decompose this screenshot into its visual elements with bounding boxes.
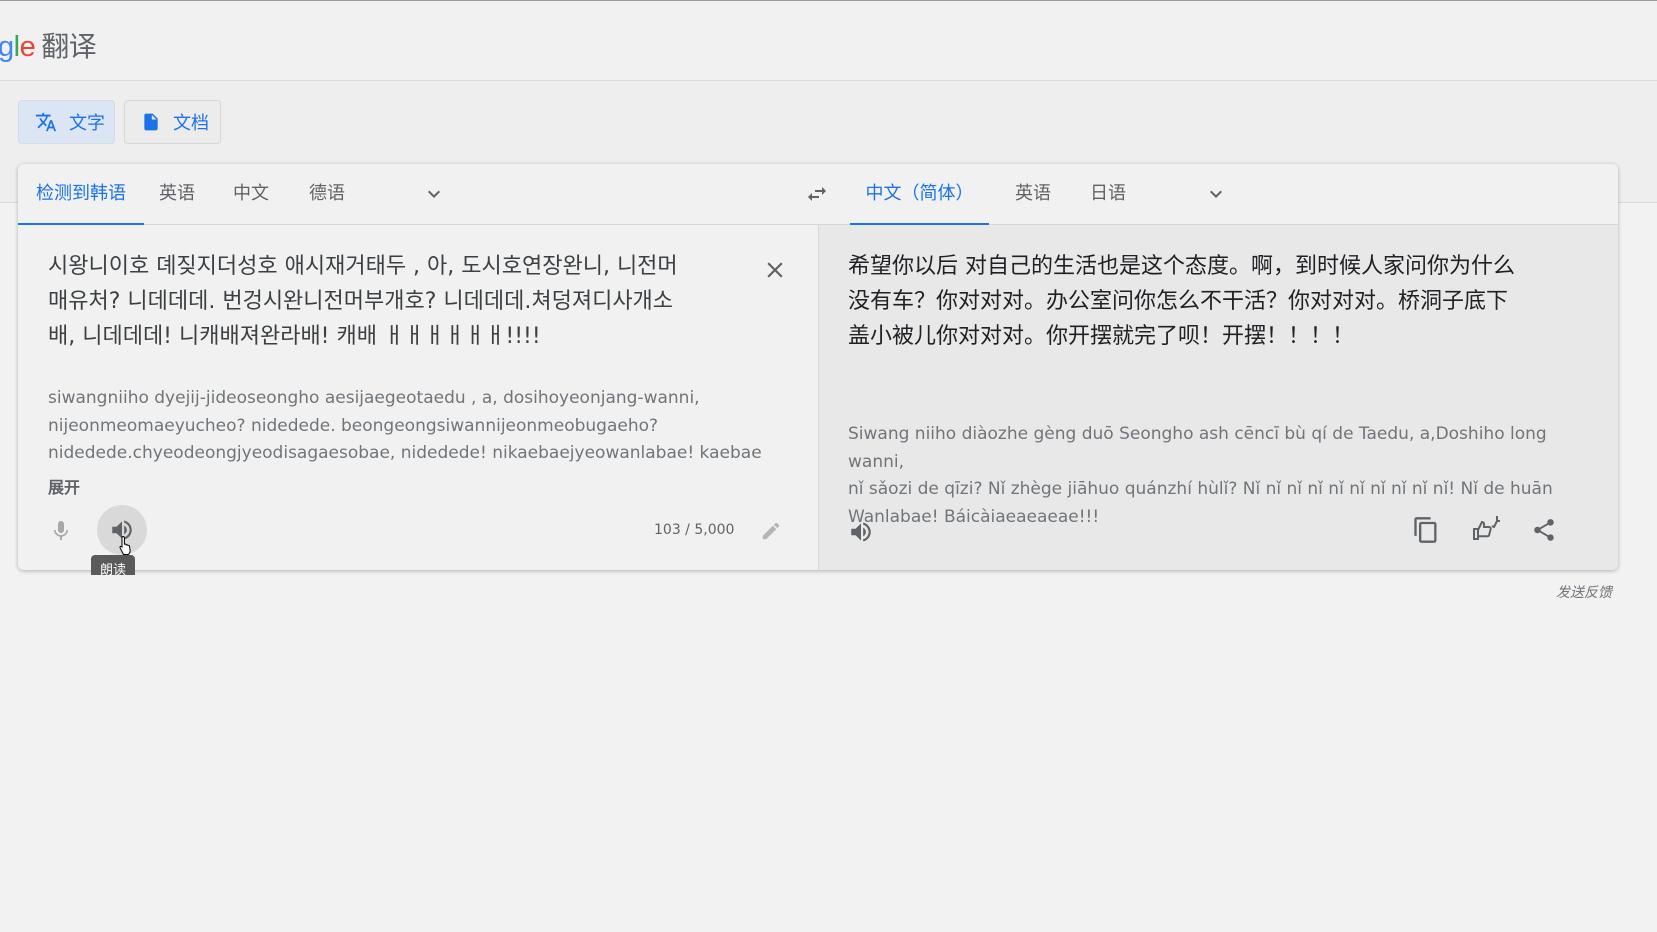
source-text-input[interactable]: 시왕니이호 뎨짖지더성호 애시재거태두 , 아, 도시호연장완니, 니전머 매유… <box>48 249 748 354</box>
document-icon <box>144 113 158 131</box>
microphone-icon[interactable] <box>49 518 73 544</box>
document-mode-label: 文档 <box>173 113 209 134</box>
source-lang-chinese[interactable]: 中文 <box>216 164 286 224</box>
source-lang-english[interactable]: 英语 <box>142 164 212 224</box>
target-lang-chinese-simplified[interactable]: 中文（简体） <box>850 164 989 225</box>
text-mode-button[interactable]: 文字 <box>18 100 115 144</box>
share-icon[interactable] <box>1531 517 1557 543</box>
page-background <box>0 575 1657 932</box>
listen-translation-speaker-icon[interactable] <box>848 519 874 545</box>
clear-source-close-icon[interactable] <box>762 257 788 283</box>
target-lang-japanese[interactable]: 日语 <box>1073 164 1143 224</box>
translated-text: 希望你以后 对自己的生活也是这个态度。啊，到时候人家问你为什么 没有车？你对对对… <box>848 254 1515 349</box>
source-lang-detected-korean[interactable]: 检测到韩语 <box>18 164 144 225</box>
source-lang-german[interactable]: 德语 <box>292 164 362 224</box>
copy-icon[interactable] <box>1412 516 1440 544</box>
language-bar: 检测到韩语 英语 中文 德语 中文（简体） 英语 日语 <box>18 164 1618 225</box>
source-transliteration: siwangniiho dyejij-jideoseongho aesijaeg… <box>48 388 762 463</box>
expand-link[interactable]: 展开 <box>48 474 80 498</box>
target-lang-english[interactable]: 英语 <box>998 164 1068 224</box>
document-mode-button[interactable]: 文档 <box>124 100 221 144</box>
send-feedback-link[interactable]: 发送反馈 <box>1556 582 1612 602</box>
hand-pointer-cursor-icon <box>119 535 131 555</box>
target-lang-more-chevron-down-icon[interactable] <box>1204 182 1228 206</box>
text-mode-label: 文字 <box>69 113 105 134</box>
source-pane: 시왕니이호 뎨짖지더성호 애시재거태두 , 아, 도시호연장완니, 니전머 매유… <box>18 225 819 582</box>
pencil-edit-icon[interactable] <box>760 520 782 542</box>
translation-card: 检测到韩语 英语 中文 德语 中文（简体） 英语 日语 시왕니이호 뎨짖지더성호… <box>18 164 1618 582</box>
character-count: 103 / 5,000 <box>654 522 735 538</box>
swap-languages-icon[interactable] <box>804 182 830 206</box>
product-name: 翻译 <box>41 31 97 62</box>
source-lang-more-chevron-down-icon[interactable] <box>422 182 446 206</box>
app-header: gle 翻译 <box>0 1 1657 81</box>
google-translate-logo[interactable]: gle 翻译 <box>0 25 97 65</box>
rate-translation-thumbs-icon[interactable] <box>1471 516 1503 544</box>
translate-icon <box>35 112 57 132</box>
target-pane: 希望你以后 对自己的生活也是这个态度。啊，到时候人家问你为什么 没有车？你对对对… <box>819 225 1618 570</box>
target-transliteration: Siwang niiho diàozhe gèng duō Seongho as… <box>848 424 1553 527</box>
